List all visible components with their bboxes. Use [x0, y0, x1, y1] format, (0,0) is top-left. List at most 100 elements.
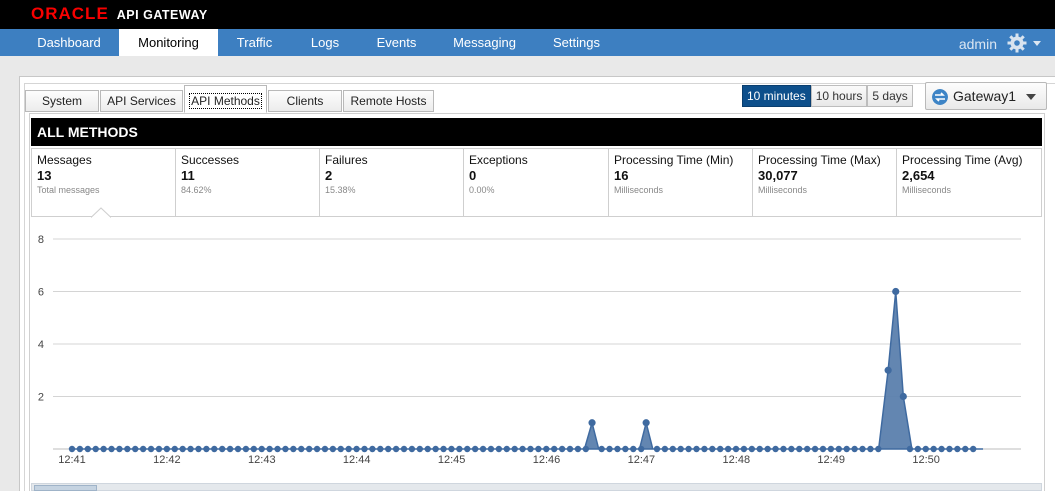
data-point [938, 445, 945, 453]
data-point [171, 445, 178, 453]
stat-title: Processing Time (Max) [758, 153, 881, 167]
subtab-remote-hosts[interactable]: Remote Hosts [343, 90, 434, 112]
x-tick-label: 12:47 [628, 454, 656, 466]
stat-subtitle: 84.62% [181, 185, 212, 195]
nav-dashboard[interactable]: Dashboard [19, 29, 119, 56]
data-point [677, 445, 684, 453]
data-point [211, 445, 218, 453]
stat-exceptions[interactable]: Exceptions 0 0.00% [463, 148, 609, 217]
stat-value: 16 [614, 168, 629, 183]
nav-logs[interactable]: Logs [291, 29, 359, 56]
data-point [416, 445, 424, 453]
nav-traffic[interactable]: Traffic [218, 29, 291, 56]
data-point [511, 445, 518, 453]
x-tick-label: 12:48 [723, 454, 751, 466]
data-point [922, 445, 929, 453]
stat-value: 11 [181, 168, 195, 183]
data-point [756, 445, 763, 453]
stat-value: 30,077 [758, 168, 798, 183]
nav-settings[interactable]: Settings [535, 29, 618, 56]
gear-icon[interactable] [1007, 33, 1027, 53]
data-point [796, 445, 803, 453]
data-point [290, 445, 297, 453]
chart-scrollbar[interactable] [31, 483, 1042, 491]
data-point [748, 445, 756, 453]
chart-scroll-thumb[interactable] [34, 485, 97, 491]
data-point [226, 445, 234, 453]
stat-failures[interactable]: Failures 2 15.38% [319, 148, 464, 217]
subtab-api-services[interactable]: API Services [100, 90, 183, 112]
stat-subtitle: Milliseconds [902, 185, 952, 195]
range-10-hours[interactable]: 10 hours [810, 85, 868, 107]
data-point [780, 445, 787, 453]
stat-processing-time-avg[interactable]: Processing Time (Avg) 2,654 Milliseconds [896, 148, 1042, 217]
data-point [392, 445, 400, 453]
data-point [179, 445, 186, 453]
series-area [72, 291, 984, 450]
data-point [377, 445, 384, 453]
data-point [76, 445, 84, 453]
x-tick-label: 12:46 [533, 454, 561, 466]
data-point [155, 445, 163, 453]
y-tick-label: 8 [38, 234, 44, 246]
top-bar: ORACLE API GATEWAY [0, 0, 1055, 29]
selected-stat-pointer [91, 207, 111, 218]
data-point [598, 445, 605, 453]
stat-subtitle: Milliseconds [758, 185, 808, 195]
main-nav: Dashboard Monitoring Traffic Logs Events… [0, 29, 1055, 56]
data-point [139, 445, 147, 453]
stat-value: 2,654 [902, 168, 935, 183]
data-point [464, 445, 471, 453]
stat-successes[interactable]: Successes 11 84.62% [175, 148, 320, 217]
data-point [329, 445, 337, 453]
x-tick-label: 12:42 [153, 454, 181, 466]
data-point [899, 392, 907, 401]
x-tick-label: 12:49 [817, 454, 845, 466]
stat-processing-time-max[interactable]: Processing Time (Max) 30,077 Milliseconds [752, 148, 897, 217]
user-name[interactable]: admin [959, 29, 997, 56]
data-point [954, 445, 961, 453]
data-point [385, 445, 392, 453]
nav-monitoring[interactable]: Monitoring [119, 29, 218, 56]
data-point [203, 445, 210, 453]
subtab-system[interactable]: System [25, 90, 99, 112]
data-point [68, 445, 76, 453]
data-point [843, 445, 850, 453]
nav-messaging[interactable]: Messaging [434, 29, 535, 56]
data-point [424, 445, 431, 453]
y-tick-label: 2 [38, 392, 44, 404]
range-5-days[interactable]: 5 days [867, 85, 913, 107]
subtab-api-methods[interactable]: API Methods [184, 85, 267, 113]
range-10-minutes[interactable]: 10 minutes [742, 85, 811, 107]
data-point [867, 445, 874, 453]
data-point [637, 445, 645, 453]
gateway-select[interactable]: Gateway1 [925, 82, 1047, 110]
data-point [266, 445, 273, 453]
data-point [740, 445, 748, 453]
data-point [764, 445, 771, 453]
subtab-clients[interactable]: Clients [268, 90, 342, 112]
data-point [124, 445, 131, 453]
data-point [574, 445, 582, 453]
data-point [535, 445, 542, 453]
data-point [471, 445, 479, 453]
data-point [116, 445, 123, 453]
gateway-icon [932, 89, 948, 105]
data-point [851, 445, 858, 453]
data-point [258, 445, 265, 453]
data-point [250, 445, 258, 453]
data-point [92, 445, 99, 453]
user-menu-caret-icon[interactable] [1033, 41, 1041, 46]
data-point [369, 445, 376, 453]
data-point [242, 445, 250, 453]
data-point [84, 445, 92, 453]
stat-subtitle: 15.38% [325, 185, 356, 195]
nav-events[interactable]: Events [359, 29, 434, 56]
gateway-select-value: Gateway1 [953, 88, 1017, 104]
data-point [946, 445, 953, 453]
data-point [551, 445, 558, 453]
data-point [693, 445, 700, 453]
x-tick-label: 12:44 [343, 454, 371, 466]
data-point [479, 445, 487, 453]
stat-processing-time-min[interactable]: Processing Time (Min) 16 Milliseconds [608, 148, 753, 217]
